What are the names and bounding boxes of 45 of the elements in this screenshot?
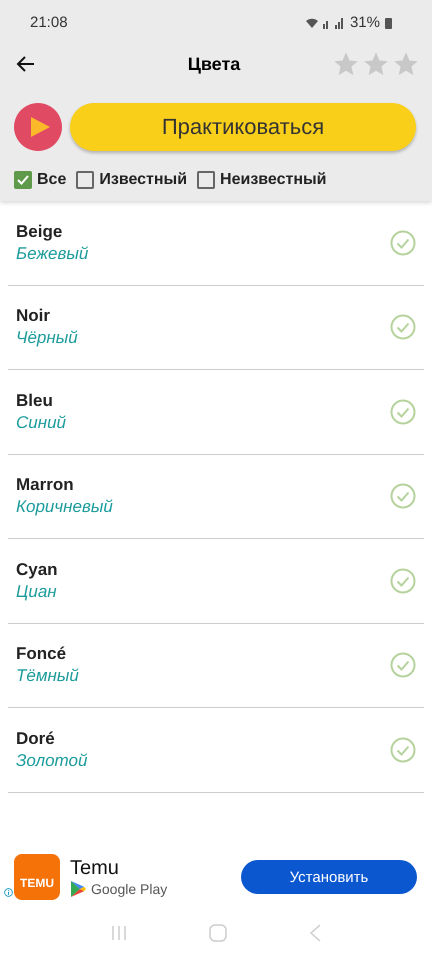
translation-text: Коричневый — [16, 497, 114, 518]
screen-title: Цвета — [186, 54, 242, 74]
word-text: Bleu — [16, 390, 54, 411]
star-icon — [392, 50, 420, 78]
word-row[interactable]: Cyan Циан — [8, 539, 424, 624]
translation-text: Чёрный — [16, 328, 79, 348]
filter-label: Все — [37, 171, 66, 189]
word-row[interactable]: Bleu Синий — [8, 370, 424, 454]
word-row[interactable]: Noir Чёрный — [8, 286, 424, 370]
store-name: Google Play — [91, 880, 168, 896]
signal-icon — [304, 16, 345, 30]
word-row[interactable]: Doré Золотой — [8, 708, 424, 792]
word-text: Marron — [16, 475, 75, 496]
filter-label: Известный — [99, 171, 188, 189]
filter-label: Неизвестный — [220, 171, 326, 189]
app-name: Temu — [70, 856, 120, 880]
translation-text: Золотой — [16, 750, 88, 771]
word-text: Cyan — [16, 560, 59, 580]
translation-text: Бежевый — [16, 244, 90, 264]
install-button[interactable]: Установить — [241, 860, 417, 894]
app-logo: TEMU — [14, 854, 60, 900]
word-row[interactable]: Marron Коричневый — [8, 454, 424, 539]
status-time: 21:08 — [30, 14, 68, 31]
back-arrow-icon[interactable] — [16, 54, 36, 74]
word-text: Noir — [16, 306, 51, 326]
star-icon — [362, 50, 390, 78]
translation-text: Тёмный — [16, 666, 80, 686]
star-icon — [332, 50, 360, 78]
checkbox[interactable] — [197, 171, 216, 189]
battery-icon — [385, 16, 392, 28]
practice-button[interactable]: Практиковаться — [70, 103, 416, 151]
checkbox[interactable] — [14, 171, 32, 189]
battery-level: 31% — [350, 14, 380, 31]
checkbox[interactable] — [76, 171, 94, 189]
play-button[interactable] — [14, 103, 62, 151]
ad-info-icon[interactable] — [4, 888, 13, 897]
word-row[interactable]: Foncé Тёмный — [8, 624, 424, 708]
translation-text: Синий — [16, 412, 67, 433]
word-row[interactable]: Beige Бежевый — [8, 201, 424, 286]
translation-text: Циан — [16, 582, 58, 602]
play-store-icon — [70, 880, 86, 898]
word-text: Foncé — [16, 644, 68, 664]
word-text: Doré — [16, 728, 56, 749]
word-text: Beige — [16, 222, 64, 242]
play-icon — [28, 115, 52, 139]
